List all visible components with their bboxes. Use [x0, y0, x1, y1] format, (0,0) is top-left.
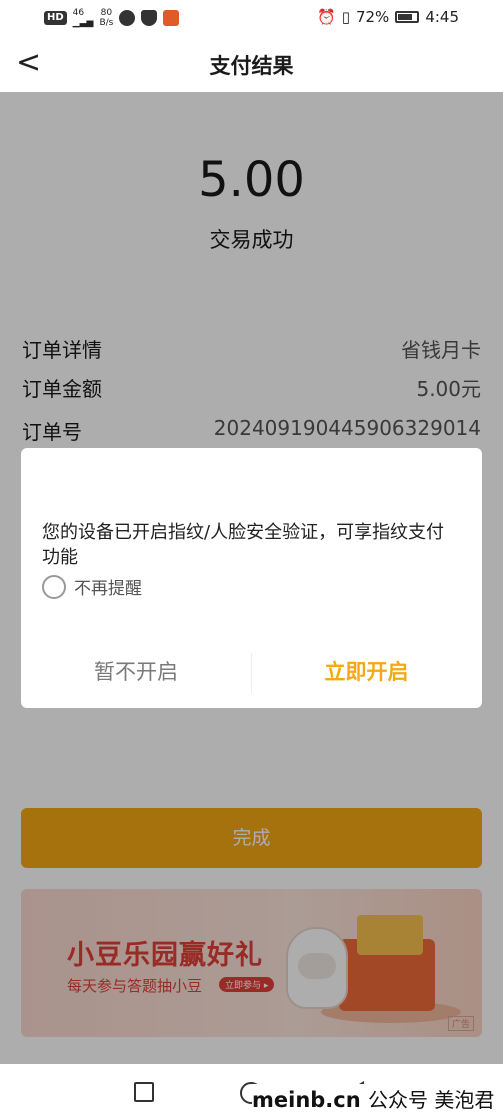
page-title: 支付结果: [209, 54, 294, 78]
dont-remind-label: 不再提醒: [74, 579, 142, 599]
dont-remind-checkbox[interactable]: 不再提醒: [42, 574, 142, 599]
speed-unit: B/s: [99, 18, 114, 28]
enable-now-button[interactable]: 立即开启: [251, 644, 482, 700]
hd-badge: HD: [44, 11, 67, 25]
radio-circle-icon[interactable]: [42, 574, 66, 599]
battery-icon: [395, 11, 420, 23]
status-bar: HD 46 ▁▃▅ 80 B/s ⏰ ▯ 72% 4:45: [0, 0, 503, 36]
network-label: 46: [72, 8, 85, 18]
network-indicator: 46 ▁▃▅: [73, 8, 94, 28]
app-icon: [163, 10, 180, 26]
wechat-icon: [119, 10, 136, 26]
dialog-message: 您的设备已开启指纹/人脸安全验证，可享指纹支付功能: [42, 522, 445, 568]
watermark-site: meinb.cn: [252, 1088, 361, 1112]
clock: 4:45: [425, 8, 459, 26]
biometric-dialog: 您的设备已开启指纹/人脸安全验证，可享指纹支付功能 不再提醒 暂不开启 立即开启: [21, 448, 482, 708]
vibrate-icon: ▯: [341, 8, 350, 26]
status-bar-left: HD 46 ▁▃▅ 80 B/s: [44, 8, 180, 28]
watermark-account: 公众号 美泡君: [368, 1088, 495, 1112]
not-now-button[interactable]: 暂不开启: [21, 644, 251, 700]
signal-icon: ▁▃▅: [72, 18, 94, 28]
watermark: meinb.cn 公众号 美泡君: [252, 1084, 495, 1113]
speed-value: 80: [100, 8, 113, 18]
network-speed: 80 B/s: [99, 8, 113, 28]
status-bar-right: ⏰ ▯ 72% 4:45: [317, 8, 459, 26]
recent-apps-icon[interactable]: [134, 1082, 154, 1102]
nav-bar: < 支付结果: [0, 36, 503, 92]
alarm-icon: ⏰: [317, 8, 336, 26]
shield-icon: [141, 10, 158, 26]
battery-percent: 72%: [355, 8, 390, 26]
